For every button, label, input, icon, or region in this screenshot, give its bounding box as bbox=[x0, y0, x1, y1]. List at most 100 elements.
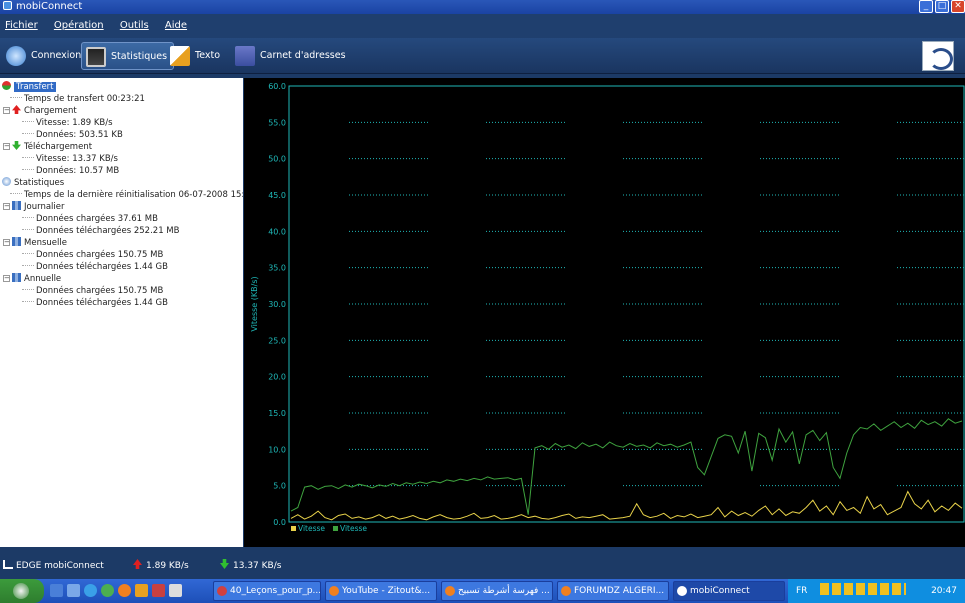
taskbar: 40_Leçons_pour_p... YouTube - Zitout&...… bbox=[0, 579, 965, 603]
start-button[interactable] bbox=[0, 579, 44, 603]
tree-reinit: Temps de la dernière réinitialisation 06… bbox=[10, 189, 243, 201]
upload-arrow-icon bbox=[12, 105, 21, 114]
quicklaunch-icon[interactable] bbox=[169, 584, 182, 597]
texto-button[interactable]: Texto bbox=[166, 42, 226, 70]
carnet-adresses-button[interactable]: Carnet d'adresses bbox=[231, 42, 352, 70]
legend-swatch bbox=[333, 526, 338, 531]
signal-icon bbox=[3, 560, 13, 569]
tree-mensuelle[interactable]: − Mensuelle bbox=[3, 237, 67, 249]
task-button[interactable]: FORUMDZ ALGERI... bbox=[557, 581, 669, 601]
chart-grid bbox=[349, 121, 965, 487]
bar-chart-icon bbox=[12, 237, 21, 246]
quicklaunch-icon[interactable] bbox=[101, 584, 114, 597]
task-button-active[interactable]: mobiConnect bbox=[673, 581, 785, 601]
y-tick-label: 60.0 bbox=[268, 82, 286, 91]
y-tick-label: 20.0 bbox=[268, 373, 286, 382]
chart-legend: Vitesse Vitesse bbox=[291, 524, 367, 533]
title-bar: mobiConnect bbox=[0, 0, 965, 14]
tree-transfert-label: Transfert bbox=[14, 82, 56, 92]
monitor-icon bbox=[86, 47, 106, 67]
tree-m-charg: Données chargées 150.75 MB bbox=[22, 249, 163, 261]
mobiconnect-icon bbox=[677, 586, 687, 596]
tree-ch-vitesse-label: Vitesse: 1.89 KB/s bbox=[36, 118, 113, 128]
tree-j-charg: Données chargées 37.61 MB bbox=[22, 213, 158, 225]
tree-telechargement-label: Téléchargement bbox=[24, 142, 93, 152]
tree-tl-donnees: Données: 10.57 MB bbox=[22, 165, 119, 177]
menu-fichier[interactable]: Fichier bbox=[5, 20, 38, 31]
tree-m-telech-label: Données téléchargées 1.44 GB bbox=[36, 262, 168, 272]
menu-operation[interactable]: Opération bbox=[54, 20, 104, 31]
quicklaunch-icon[interactable] bbox=[152, 584, 165, 597]
tree-annuelle[interactable]: − Annuelle bbox=[3, 273, 61, 285]
language-indicator[interactable]: FR bbox=[796, 586, 807, 596]
statistiques-button[interactable]: Statistiques bbox=[81, 42, 175, 70]
tree-temps-label: Temps de transfert 00:23:21 bbox=[24, 94, 145, 104]
collapse-icon[interactable]: − bbox=[3, 143, 10, 150]
tree-telechargement[interactable]: − Téléchargement bbox=[3, 141, 92, 153]
tree-ch-vitesse: Vitesse: 1.89 KB/s bbox=[22, 117, 113, 129]
tree-reinit-label: Temps de la dernière réinitialisation 06… bbox=[24, 190, 243, 200]
y-tick-label: 45.0 bbox=[268, 191, 286, 200]
upload-arrow-icon bbox=[133, 559, 142, 569]
ie-icon[interactable] bbox=[84, 584, 97, 597]
menu-bar: Fichier Opération Outils Aide bbox=[0, 14, 965, 38]
texto-label: Texto bbox=[195, 50, 221, 61]
legend-label: Vitesse bbox=[298, 524, 325, 533]
status-bar: EDGE mobiConnect 1.89 KB/s 13.37 KB/s bbox=[0, 553, 965, 579]
task-button[interactable]: 40_Leçons_pour_p... bbox=[213, 581, 321, 601]
tree-j-telech: Données téléchargées 252.21 MB bbox=[22, 225, 179, 237]
download-arrow-icon bbox=[220, 559, 229, 569]
tree-annuelle-label: Annuelle bbox=[24, 274, 62, 284]
tree-ch-donnees: Données: 503.51 KB bbox=[22, 129, 123, 141]
collapse-icon[interactable]: − bbox=[3, 107, 10, 114]
collapse-icon[interactable]: − bbox=[3, 203, 10, 210]
task-label: mobiConnect bbox=[690, 586, 750, 596]
task-label: 40_Leçons_pour_p... bbox=[230, 586, 321, 596]
quicklaunch-icon[interactable] bbox=[50, 584, 63, 597]
tree-j-telech-label: Données téléchargées 252.21 MB bbox=[36, 226, 180, 236]
tree-transfert[interactable]: Transfert bbox=[2, 81, 56, 93]
firefox-icon[interactable] bbox=[118, 584, 131, 597]
collapse-icon[interactable]: − bbox=[3, 239, 10, 246]
y-tick-label: 35.0 bbox=[268, 264, 286, 273]
chart-series bbox=[290, 418, 963, 521]
task-button[interactable]: YouTube - Zitout&... bbox=[325, 581, 437, 601]
y-tick-label: 10.0 bbox=[268, 445, 286, 454]
transfer-icon bbox=[2, 81, 11, 90]
app-icon bbox=[3, 1, 12, 10]
tree-statistiques[interactable]: Statistiques bbox=[2, 177, 64, 189]
carnet-adresses-label: Carnet d'adresses bbox=[260, 50, 346, 61]
upload-label: 1.89 KB/s bbox=[146, 561, 189, 571]
firefox-icon bbox=[561, 586, 571, 596]
collapse-icon[interactable]: − bbox=[3, 275, 10, 282]
tree-m-charg-label: Données chargées 150.75 MB bbox=[36, 250, 164, 260]
statistiques-label: Statistiques bbox=[111, 51, 168, 62]
bar-chart-icon bbox=[12, 273, 21, 282]
tree-a-telech-label: Données téléchargées 1.44 GB bbox=[36, 298, 168, 308]
minimize-button[interactable]: _ bbox=[919, 0, 933, 13]
series-line-0 bbox=[290, 490, 963, 521]
clock: 20:47 bbox=[931, 586, 957, 596]
tree-tl-vitesse: Vitesse: 13.37 KB/s bbox=[22, 153, 118, 165]
task-label: YouTube - Zitout&... bbox=[342, 586, 431, 596]
close-button[interactable]: ✕ bbox=[951, 0, 965, 13]
menu-aide[interactable]: Aide bbox=[165, 20, 187, 31]
quicklaunch-icon[interactable] bbox=[67, 584, 80, 597]
maximize-button[interactable]: □ bbox=[935, 0, 949, 13]
task-button[interactable]: فهرسة أشرطة تسبيح ... bbox=[441, 581, 553, 601]
tree-mensuelle-label: Mensuelle bbox=[24, 238, 67, 248]
menu-outils[interactable]: Outils bbox=[120, 20, 149, 31]
tree-chargement[interactable]: − Chargement bbox=[3, 105, 77, 117]
connexion-label: Connexion bbox=[31, 50, 82, 61]
tree-m-telech: Données téléchargées 1.44 GB bbox=[22, 261, 168, 273]
mobilis-logo bbox=[922, 41, 954, 71]
firefox-icon bbox=[445, 586, 455, 596]
connexion-button[interactable]: Connexion bbox=[2, 42, 87, 70]
y-tick-label: 15.0 bbox=[268, 409, 286, 418]
firefox-icon bbox=[329, 586, 339, 596]
tree-tl-vitesse-label: Vitesse: 13.37 KB/s bbox=[36, 154, 118, 164]
tree-journalier[interactable]: − Journalier bbox=[3, 201, 64, 213]
tray-icons[interactable] bbox=[820, 583, 907, 595]
quicklaunch-icon[interactable] bbox=[135, 584, 148, 597]
speed-chart: 60.0 55.0 50.0 45.0 40.0 35.0 30.0 25.0 20.0 15.0… bbox=[244, 78, 965, 547]
